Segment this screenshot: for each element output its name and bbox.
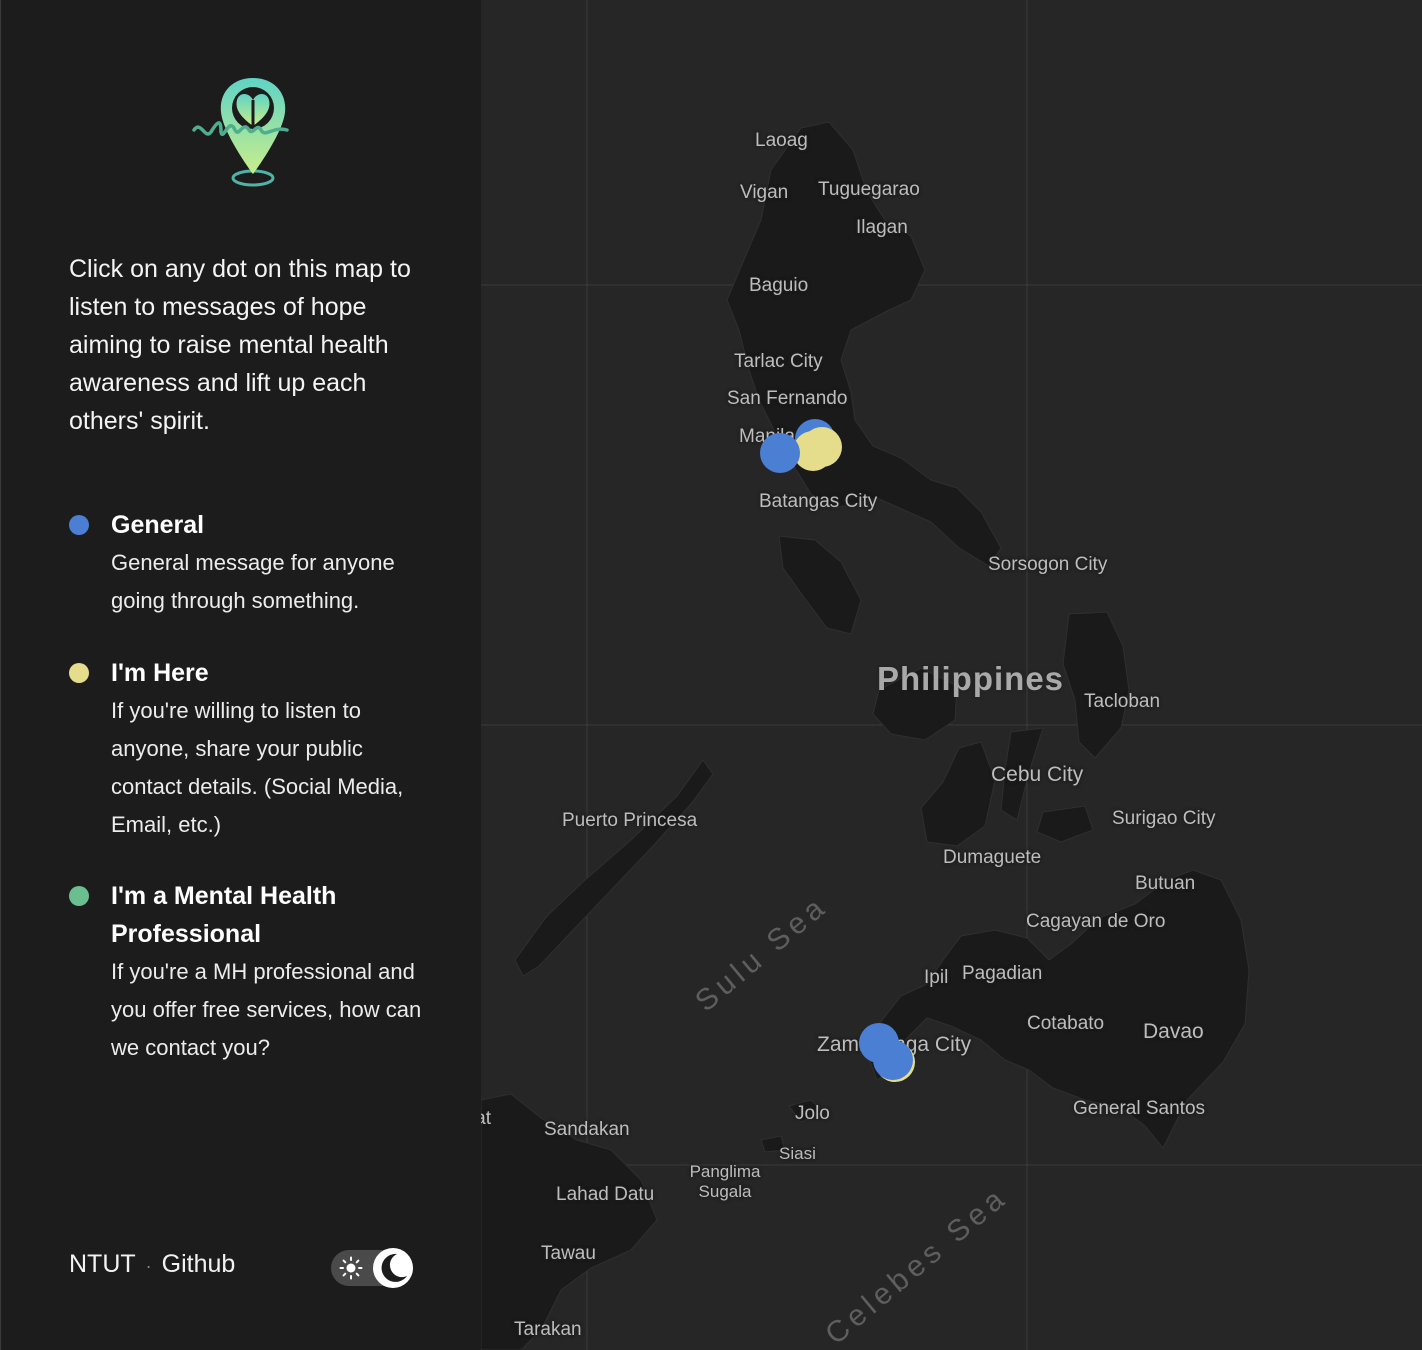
city-label: Dumaguete	[943, 847, 1042, 868]
city-label: Laoag	[755, 130, 808, 151]
map-edge-clip: Kudat	[481, 1108, 491, 1134]
city-label: Butuan	[1135, 873, 1196, 894]
city-label: Sorsogon City	[988, 554, 1108, 575]
city-label: Tawau	[541, 1243, 596, 1264]
city-label: Tarakan	[514, 1319, 582, 1340]
legend-item-mh-professional: I'm a Mental Health Professional If you'…	[69, 877, 429, 1067]
city-label: Batangas City	[759, 491, 878, 512]
city-label: Jolo	[795, 1103, 830, 1124]
map-canvas[interactable]: Laoag Vigan Tuguegarao Ilagan Baguio Tar…	[481, 0, 1422, 1350]
mh-professional-dot-icon	[69, 886, 89, 906]
im-here-dot-icon	[69, 663, 89, 683]
logo-map-pin-heart-icon	[192, 78, 289, 187]
footer-separator: ·	[145, 1256, 152, 1276]
city-label: San Fernando	[727, 388, 848, 409]
city-label: Vigan	[740, 182, 789, 203]
city-label: Cotabato	[1027, 1013, 1105, 1034]
marker-general[interactable]	[760, 433, 800, 473]
github-link[interactable]: Github	[162, 1250, 236, 1278]
sun-icon	[339, 1256, 363, 1280]
legend-title-mh-professional: I'm a Mental Health Professional	[111, 882, 337, 948]
city-label: General Santos	[1073, 1098, 1206, 1119]
city-label: Ilagan	[856, 217, 908, 238]
city-label: Surigao City	[1112, 808, 1216, 829]
legend-item-general: General General message for anyone going…	[69, 506, 429, 620]
footer: NTUT · Github	[69, 1250, 235, 1279]
city-label: Puerto Princesa	[562, 810, 698, 831]
ntut-link[interactable]: NTUT	[69, 1250, 136, 1278]
legend-desc-im-here: If you're willing to listen to anyone, s…	[111, 698, 404, 837]
legend-item-im-here: I'm Here If you're willing to listen to …	[69, 654, 429, 844]
city-label: Tarlac City	[734, 351, 823, 372]
city-label: Ipil	[924, 967, 949, 988]
moon-icon	[381, 1253, 407, 1282]
city-label: Panglima Sugala	[689, 1162, 761, 1201]
city-label: Cebu City	[991, 763, 1084, 786]
city-label: Lahad Datu	[556, 1184, 655, 1205]
theme-toggle-knob[interactable]	[373, 1248, 413, 1288]
city-label: Tuguegarao	[818, 179, 920, 200]
city-label: Kudat	[481, 1108, 491, 1129]
legend-title-general: General	[111, 511, 205, 539]
city-label: Tacloban	[1084, 691, 1161, 712]
legend-desc-general: General message for anyone going through…	[111, 550, 395, 613]
city-label: Siasi	[779, 1144, 816, 1163]
city-label: Cagayan de Oro	[1026, 911, 1166, 932]
legend-title-im-here: I'm Here	[111, 659, 209, 687]
city-label: Davao	[1143, 1020, 1204, 1043]
general-dot-icon	[69, 515, 89, 535]
city-label: Baguio	[749, 275, 809, 296]
city-label: Sandakan	[544, 1119, 630, 1140]
legend-desc-mh-professional: If you're a MH professional and you offe…	[111, 959, 422, 1060]
country-label: Philippines	[877, 660, 1065, 697]
city-label: Pagadian	[962, 963, 1043, 984]
intro-text: Click on any dot on this map to listen t…	[69, 255, 411, 435]
marker-general[interactable]	[873, 1040, 913, 1080]
sidebar: Click on any dot on this map to listen t…	[0, 0, 481, 1350]
theme-toggle[interactable]	[331, 1248, 413, 1288]
